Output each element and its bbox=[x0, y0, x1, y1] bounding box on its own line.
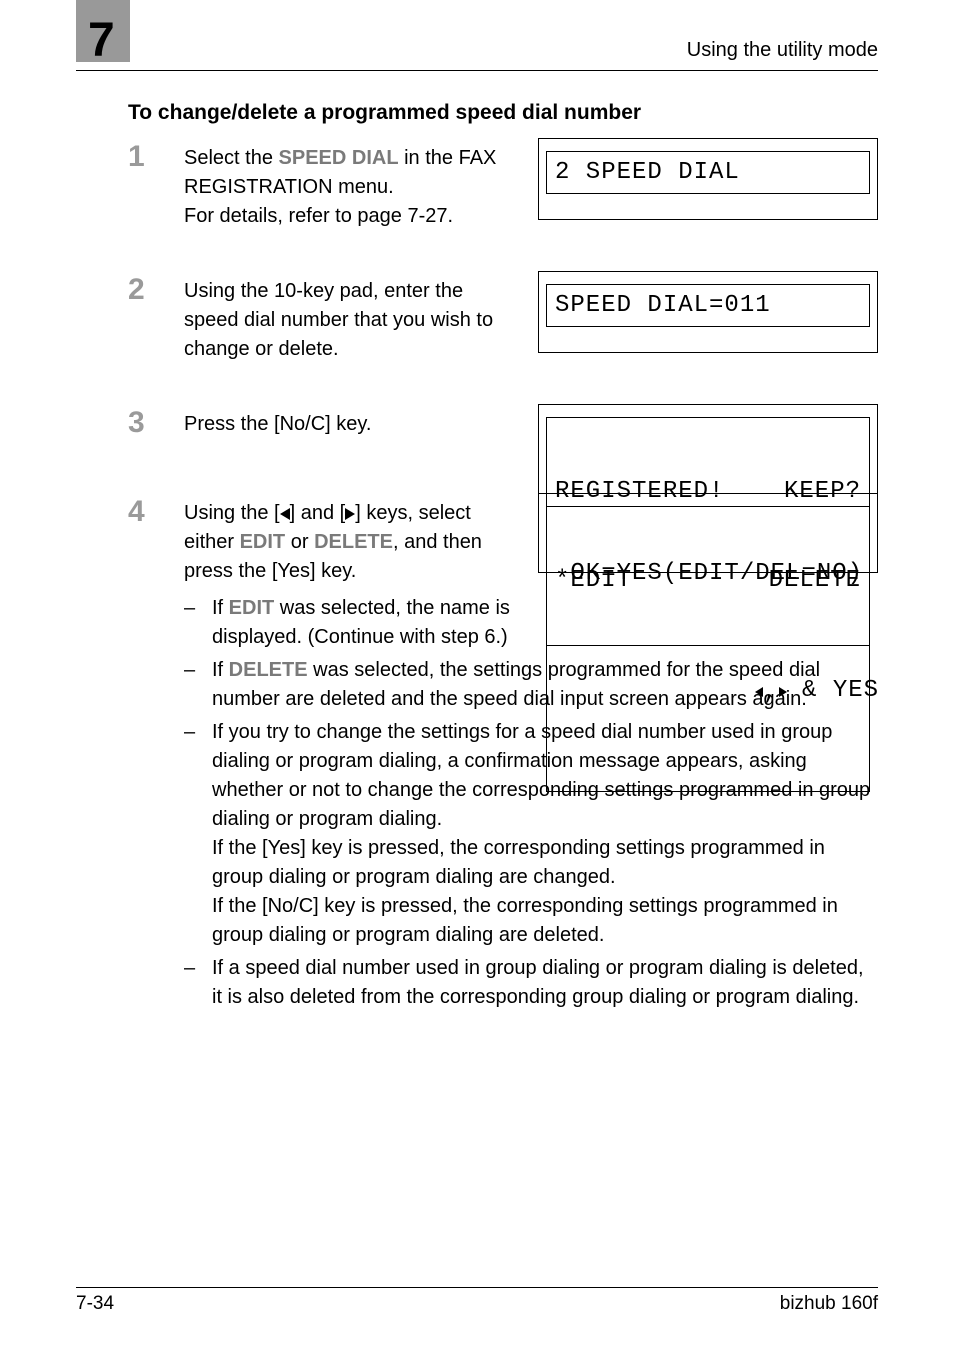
list-item: – If a speed dial number used in group d… bbox=[184, 954, 878, 1012]
bullet-dash: – bbox=[184, 656, 212, 714]
highlight-delete: DELETE bbox=[314, 531, 393, 553]
list-item: – If EDIT was selected, the name is disp… bbox=[184, 594, 544, 652]
highlight-speed-dial: SPEED DIAL bbox=[279, 147, 399, 169]
lcd-bottom-text: & YES bbox=[787, 677, 879, 704]
text-fragment: Using the [ bbox=[184, 502, 280, 524]
highlight-edit: EDIT bbox=[240, 531, 286, 553]
step-1: 1 Select the SPEED DIAL in the FAX REGIS… bbox=[128, 144, 878, 231]
highlight-delete: DELETE bbox=[229, 659, 308, 681]
arrow-keys-icon: , bbox=[740, 679, 787, 707]
left-arrow-icon bbox=[280, 508, 290, 520]
lcd-display-3: REGISTERED! KEEP? OK=YES(EDIT/DEL=NO) bbox=[538, 404, 878, 494]
lcd-display-2: SPEED DIAL=011 bbox=[538, 271, 878, 353]
text-fragment: If a speed dial number used in group dia… bbox=[212, 954, 878, 1012]
chapter-number: 7 bbox=[88, 6, 115, 76]
step-3-text: Press the [No/C] key. bbox=[184, 410, 514, 439]
text-fragment: If the [Yes] key is pressed, the corresp… bbox=[212, 837, 825, 888]
header-rule bbox=[76, 70, 878, 71]
right-arrow-icon bbox=[345, 508, 355, 520]
highlight-edit: EDIT bbox=[229, 597, 275, 619]
section-title: To change/delete a programmed speed dial… bbox=[128, 98, 878, 128]
step-4-number: 4 bbox=[128, 497, 184, 527]
step-2: 2 Using the 10-key pad, enter the speed … bbox=[128, 277, 878, 364]
footer-rule bbox=[76, 1287, 878, 1288]
lcd-edit-label: *EDIT bbox=[555, 567, 632, 595]
text-fragment: If the [No/C] key is pressed, the corres… bbox=[212, 895, 838, 946]
lcd-display-4: *EDIT DELETE , & YES bbox=[538, 493, 878, 573]
text-fragment: If bbox=[212, 597, 229, 619]
step-4-text: Using the [] and [] keys, select either … bbox=[184, 499, 514, 586]
bullet-dash: – bbox=[184, 718, 212, 950]
text-fragment: Select the bbox=[184, 147, 279, 169]
text-fragment: ] and [ bbox=[290, 502, 346, 524]
page-content: To change/delete a programmed speed dial… bbox=[128, 98, 878, 1016]
step-1-number: 1 bbox=[128, 142, 184, 172]
step-2-text: Using the 10-key pad, enter the speed di… bbox=[184, 277, 514, 364]
step-1-text: Select the SPEED DIAL in the FAX REGISTR… bbox=[184, 144, 514, 231]
step-4: 4 Using the [] and [] keys, select eithe… bbox=[128, 499, 878, 1016]
text-fragment: or bbox=[285, 531, 314, 553]
page-number: 7-34 bbox=[76, 1290, 114, 1318]
lcd-text: 2 SPEED DIAL bbox=[546, 151, 870, 194]
lcd-text: SPEED DIAL=011 bbox=[546, 284, 870, 327]
step-3: 3 Press the [No/C] key. REGISTERED! KEEP… bbox=[128, 410, 878, 439]
step-3-number: 3 bbox=[128, 408, 184, 438]
lcd-display-1: 2 SPEED DIAL bbox=[538, 138, 878, 220]
lcd-text: *EDIT DELETE , & YES bbox=[546, 506, 870, 792]
product-name: bizhub 160f bbox=[780, 1290, 878, 1318]
text-fragment: For details, refer to page 7-27. bbox=[184, 205, 453, 227]
bullet-dash: – bbox=[184, 954, 212, 1012]
step-2-number: 2 bbox=[128, 275, 184, 305]
running-header: Using the utility mode bbox=[687, 36, 878, 65]
lcd-delete-label: DELETE bbox=[769, 567, 861, 595]
bullet-dash: – bbox=[184, 594, 212, 652]
text-fragment: If bbox=[212, 659, 229, 681]
